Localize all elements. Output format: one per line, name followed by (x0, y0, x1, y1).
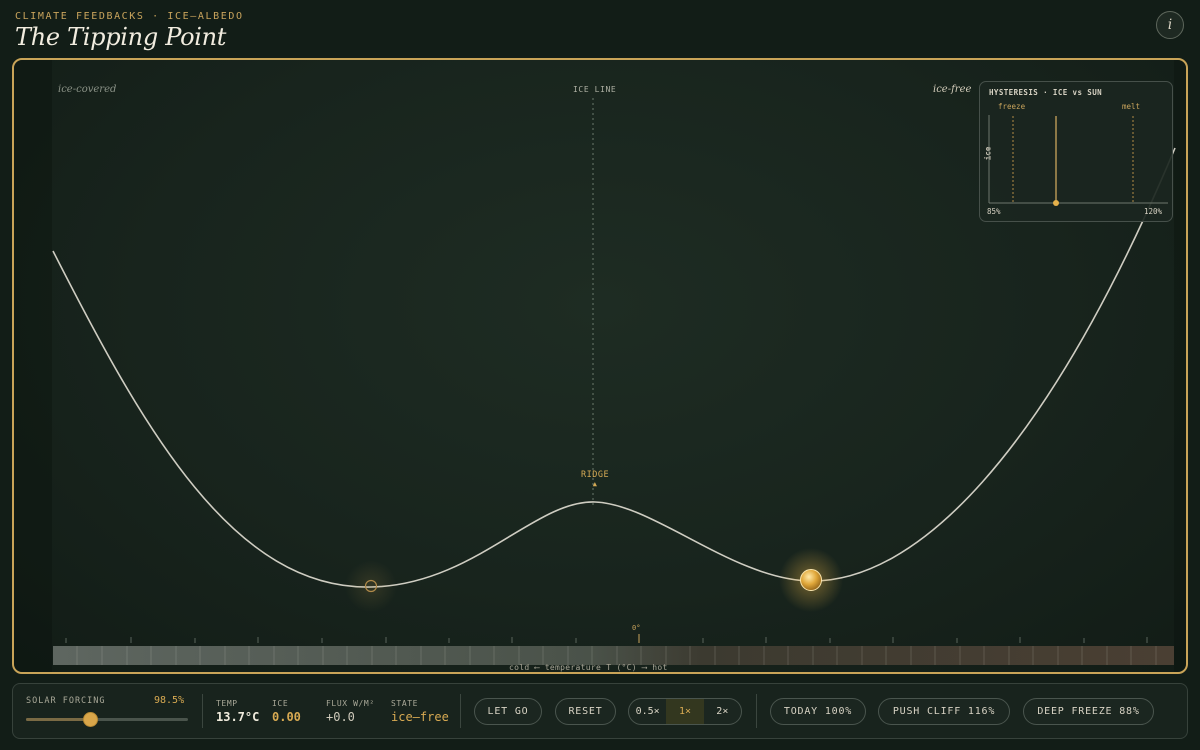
ice-key: ICE (272, 699, 289, 708)
state-key: STATE (391, 699, 419, 708)
left-shade (14, 60, 52, 672)
preset-deep-freeze-button[interactable]: DEEP FREEZE 88% (1023, 698, 1154, 725)
speed-2x-button[interactable]: 2× (704, 699, 741, 724)
potential-well-stage[interactable]: ice-covered ice-free ICE LINE RIDGE ▲ 0°… (12, 58, 1188, 674)
ice-covered-label: ice-covered (58, 84, 117, 95)
preset-push-cliff-button[interactable]: PUSH CLIFF 116% (878, 698, 1010, 725)
speed-selector: 0.5× 1× 2× (628, 698, 742, 725)
temperature-axis-caption: cold ⟵ temperature T (°C) ⟶ hot (509, 663, 668, 672)
flux-value: +0.0 (326, 710, 355, 724)
control-bar: SOLAR FORCING 98.5% TEMP 13.7°C ICE 0.00… (12, 683, 1188, 739)
preset-today-button[interactable]: TODAY 100% (770, 698, 866, 725)
temp-value: 13.7°C (216, 710, 260, 724)
slider-fill (26, 718, 91, 721)
divider (756, 694, 757, 728)
ridge-arrow-icon: ▲ (592, 480, 598, 488)
speed-1x-button[interactable]: 1× (666, 699, 704, 724)
temperature-ticks (65, 634, 1148, 643)
divider (202, 694, 203, 728)
page-title: The Tipping Point (15, 23, 227, 51)
ice-free-label: ice-free (933, 84, 972, 95)
divider (460, 694, 461, 728)
ghost-glow (345, 560, 397, 612)
current-state-dot (1053, 200, 1059, 206)
kicker: CLIMATE FEEDBACKS · ICE–ALBEDO (15, 11, 244, 22)
solar-forcing-value: 98.5% (154, 695, 185, 706)
header: CLIMATE FEEDBACKS · ICE–ALBEDO The Tippi… (15, 10, 1185, 56)
state-value: ice–free (391, 710, 449, 724)
reset-button[interactable]: RESET (555, 698, 616, 725)
ridge-label: RIDGE ▲ (581, 470, 609, 488)
hysteresis-plot (988, 115, 1168, 206)
ice-value: 0.00 (272, 710, 301, 724)
hysteresis-inset: HYSTERESIS · ICE vs SUN freeze melt ice … (979, 81, 1173, 222)
zero-degree-label: 0° (632, 624, 641, 632)
let-go-button[interactable]: LET GO (474, 698, 542, 725)
info-icon: i (1167, 17, 1173, 33)
solar-forcing-slider-thumb[interactable] (83, 712, 99, 727)
solar-forcing-slider[interactable] (26, 718, 188, 721)
temp-key: TEMP (216, 699, 238, 708)
speed-0-5x-button[interactable]: 0.5× (629, 699, 666, 724)
flux-key: FLUX W/M² (326, 699, 375, 708)
ice-line-label: ICE LINE (573, 85, 617, 94)
state-ball[interactable] (800, 569, 822, 591)
right-shade (1174, 60, 1186, 672)
info-button[interactable]: i (1156, 11, 1184, 39)
solar-forcing-label: SOLAR FORCING (26, 696, 106, 706)
ridge-text: RIDGE (581, 470, 610, 480)
